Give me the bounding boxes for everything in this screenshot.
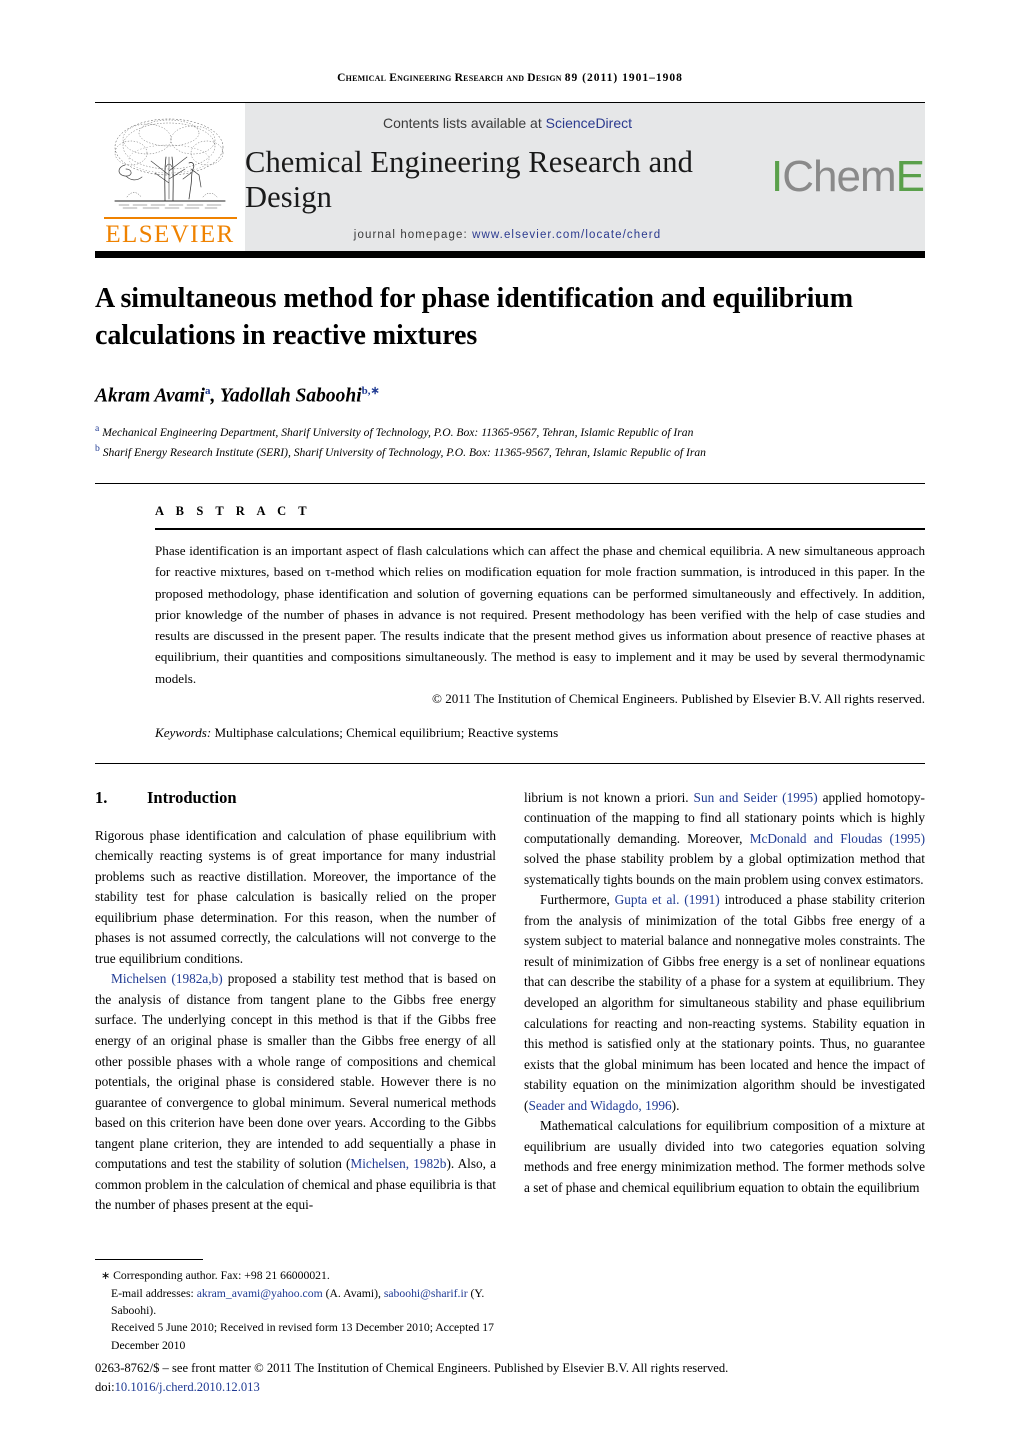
icheme-chem: Chem [782, 152, 896, 201]
keywords: Keywords: Multiphase calculations; Chemi… [155, 725, 925, 741]
received-dates: Received 5 June 2010; Received in revise… [111, 1321, 494, 1352]
running-head-journal: Chemical Engineering Research and Design [337, 72, 562, 84]
doi-label: doi: [95, 1379, 115, 1394]
citation-link[interactable]: Gupta et al. (1991) [615, 892, 720, 907]
email-note: E-mail addresses: akram_avami@yahoo.com … [95, 1285, 496, 1320]
elsevier-tree-icon [107, 113, 233, 217]
author-marker: a [204, 385, 211, 398]
footnote-block: ∗ Corresponding author. Fax: +98 21 6600… [95, 1259, 496, 1354]
affiliation-text: Sharif Energy Research Institute (SERI),… [102, 445, 706, 459]
abstract-gutter [95, 504, 155, 740]
section-heading: 1. Introduction [95, 788, 496, 808]
banner-center: Contents lists available at ScienceDirec… [245, 103, 770, 251]
email-link-1[interactable]: akram_avami@yahoo.com [197, 1287, 323, 1300]
asterisk-icon: ∗ [101, 1270, 111, 1283]
section-number: 1. [95, 787, 108, 807]
keywords-label: Keywords: [155, 724, 212, 740]
journal-homepage-line: journal homepage: www.elsevier.com/locat… [354, 229, 661, 241]
abstract-copyright: © 2011 The Institution of Chemical Engin… [431, 690, 925, 706]
issn-line: 0263-8762/$ – see front matter © 2011 Th… [95, 1361, 729, 1376]
footnote-rule [95, 1259, 203, 1261]
email-owner-1: (A. Avami), [325, 1286, 381, 1300]
icheme-logo[interactable]: I Chem E [770, 103, 925, 251]
affiliation-item: a Mechanical Engineering Department, Sha… [95, 422, 925, 442]
icheme-e: E [895, 152, 925, 201]
running-head: Chemical Engineering Research and Design… [95, 0, 925, 84]
email-link-2[interactable]: saboohi@sharif.ir [384, 1287, 468, 1300]
citation-link[interactable]: Sun and Seider (1995) [694, 790, 818, 805]
paragraph: Michelsen (1982a,b) proposed a stability… [95, 971, 497, 1213]
homepage-url-link[interactable]: www.elsevier.com/locate/cherd [472, 229, 661, 241]
paragraph: librium is not known a priori. Sun and S… [524, 789, 925, 887]
page-title: A simultaneous method for phase identifi… [95, 283, 853, 352]
issn-copyright-block: 0263-8762/$ – see front matter © 2011 Th… [95, 1359, 925, 1396]
citation-link[interactable]: Michelsen, 1982b [350, 1156, 446, 1171]
affiliation-item: b Sharif Energy Research Institute (SERI… [95, 442, 925, 462]
title-block: A simultaneous method for phase identifi… [95, 258, 925, 461]
contents-available-line: Contents lists available at ScienceDirec… [383, 115, 632, 131]
journal-article-page: Chemical Engineering Research and Design… [0, 0, 1020, 1432]
abstract-rule [155, 528, 925, 531]
right-column: librium is not known a priori. Sun and S… [524, 788, 925, 1216]
abstract-section: A B S T R A C T Phase identification is … [95, 484, 925, 740]
author-name[interactable]: Yadollah Saboohi [220, 386, 362, 407]
icheme-i: I [771, 152, 783, 201]
paragraph: Rigorous phase identification and calcul… [95, 827, 496, 966]
abstract-body: A B S T R A C T Phase identification is … [155, 504, 925, 740]
elsevier-wordmark: ELSEVIER [103, 217, 237, 247]
running-head-volume: 89 (2011) 1901–1908 [564, 72, 683, 84]
paragraph: Mathematical calculations for equilibriu… [524, 1118, 925, 1195]
author-list: Akram Avamia, Yadollah Saboohib,∗ [95, 385, 380, 407]
body-columns: 1. Introduction Rigorous phase identific… [95, 764, 925, 1216]
section-title: Introduction [147, 787, 237, 807]
paragraph: Furthermore, Gupta et al. (1991) introdu… [524, 892, 926, 1113]
contents-prefix: Contents lists available at [382, 115, 542, 131]
homepage-label: journal homepage: [353, 229, 468, 241]
author-name[interactable]: Akram Avami [95, 386, 205, 407]
citation-link[interactable]: Michelsen (1982a,b) [111, 971, 223, 986]
affiliation-text: Mechanical Engineering Department, Shari… [102, 425, 694, 439]
sciencedirect-link[interactable]: ScienceDirect [546, 115, 632, 131]
doi-link[interactable]: 10.1016/j.cherd.2010.12.013 [115, 1380, 260, 1394]
corresponding-author-note: ∗ Corresponding author. Fax: +98 21 6600… [95, 1267, 496, 1284]
citation-link[interactable]: Seader and Widagdo, 1996 [528, 1098, 671, 1113]
affiliation-marker: a [95, 422, 100, 434]
journal-banner: ELSEVIER Contents lists available at Sci… [95, 103, 925, 251]
affiliations: a Mechanical Engineering Department, Sha… [95, 422, 925, 461]
left-column: 1. Introduction Rigorous phase identific… [95, 788, 496, 1216]
author-marker: b,∗ [361, 385, 380, 398]
banner-bottom-bar [95, 251, 925, 258]
citation-link[interactable]: McDonald and Floudas (1995) [750, 831, 925, 846]
elsevier-logo[interactable]: ELSEVIER [95, 103, 245, 251]
abstract-text: Phase identification is an important asp… [155, 543, 925, 686]
journal-title: Chemical Engineering Research and Design [245, 145, 693, 214]
email-label: E-mail addresses: [111, 1286, 194, 1300]
abstract-heading: A B S T R A C T [155, 504, 312, 519]
doi-line: doi:10.1016/j.cherd.2010.12.013 [95, 1378, 925, 1396]
affiliation-marker: b [95, 442, 100, 454]
corresponding-author-text: Corresponding author. Fax: +98 21 660000… [113, 1269, 330, 1283]
keywords-value: Multiphase calculations; Chemical equili… [214, 724, 559, 740]
